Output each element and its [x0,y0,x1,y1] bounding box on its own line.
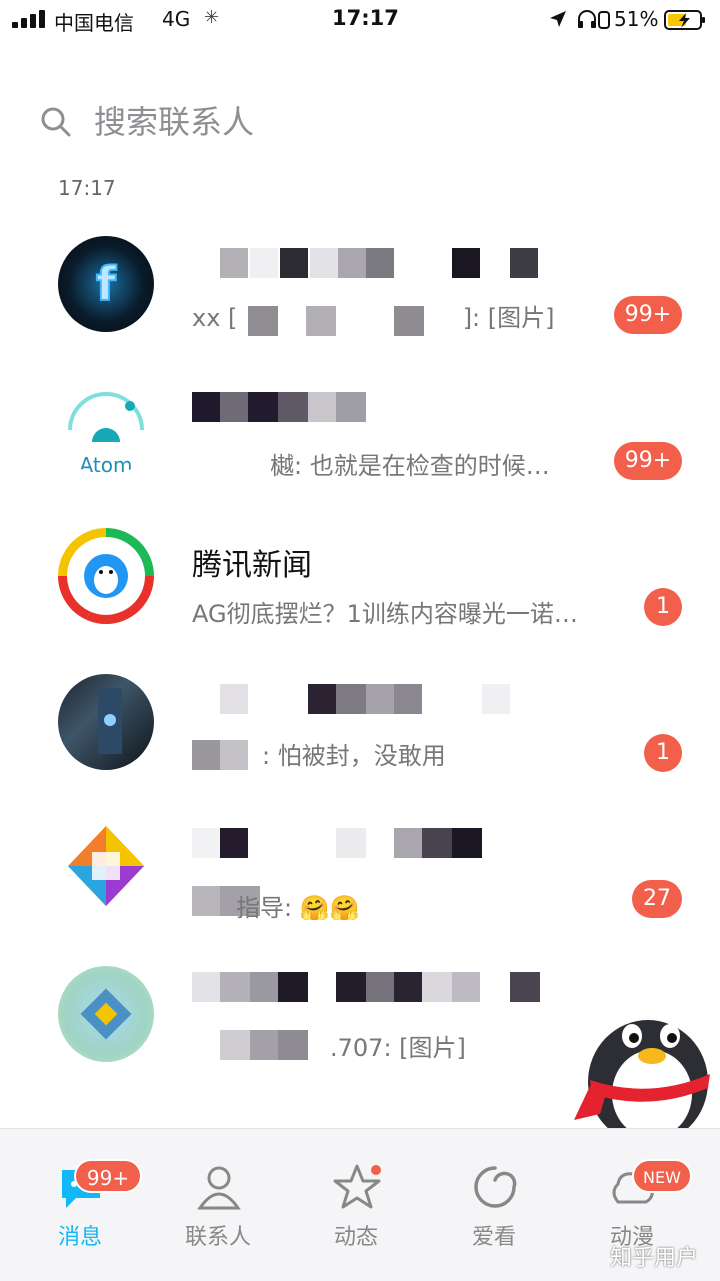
signal-icon [12,10,46,28]
avatar-label: Atom [80,453,133,476]
qq-messages-screen: 中国电信 4G ✳ 17:17 51% 搜索联系人 17:17 f xx []… [0,0,720,1281]
unread-badge: 99+ [614,296,682,334]
battery-icon [664,10,705,30]
rotation-lock-icon [598,11,610,29]
network-type: 4G [162,7,191,31]
swirl-icon [474,1166,517,1208]
section-time-header: 17:17 [58,176,116,200]
tab-label: 消息 [57,1225,102,1250]
message-preview: 樾: 也就是在检查的时候… [270,452,550,480]
tab-label: 爱看 [471,1225,516,1250]
message-preview: .707: [图片] [330,1034,466,1062]
message-preview: 指导: 🤗🤗 [236,894,360,922]
avatar [58,818,154,914]
loading-icon: ✳ [204,7,220,28]
conversation-row[interactable]: 指导: 🤗🤗 27 [0,796,720,936]
unread-badge: 99+ [614,442,682,480]
carrier-label: 中国电信 [54,11,134,35]
avatar: f [58,236,154,332]
tab-label: 联系人 [184,1225,251,1250]
unread-badge: 27 [632,880,682,918]
tab-messages[interactable]: 99+ 消息 [20,1129,142,1281]
message-preview: AG彻底摆烂？1训练内容曝光一诺… [192,600,578,628]
avatar [58,528,154,624]
clock: 17:17 [332,6,399,30]
conversation-row[interactable]: f xx [ ]: [图片] 99+ [0,220,720,360]
tab-watch[interactable]: 爱看 [434,1129,554,1281]
svg-text:f: f [96,257,117,311]
conversation-row[interactable]: 腾讯新闻 AG彻底摆烂？1训练内容曝光一诺… 1 [0,508,720,648]
tab-moments[interactable]: 动态 [296,1129,416,1281]
avatar [58,674,154,770]
conversation-row[interactable]: : 怕被封，没敢用 1 [0,652,720,792]
tab-contacts[interactable]: 联系人 [158,1129,278,1281]
search-icon [41,107,71,137]
message-preview: : 怕被封，没敢用 [262,742,446,770]
messages-unread-badge: 99+ [74,1159,142,1193]
search-placeholder: 搜索联系人 [94,103,255,141]
battery-percent: 51% [614,7,659,31]
conversation-row[interactable]: Atom 樾: 也就是在检查的时候… 99+ [0,364,720,504]
unread-badge: 1 [644,588,682,626]
search-bar[interactable]: 搜索联系人 [40,100,680,146]
unread-badge: 1 [644,734,682,772]
penguin-mascot-icon[interactable] [560,990,720,1130]
conversation-title: 腾讯新闻 [192,548,312,583]
person-icon [197,1166,241,1210]
avatar: Atom [58,380,154,476]
new-badge: NEW [632,1159,692,1193]
status-bar: 中国电信 4G ✳ 17:17 51% [0,0,720,40]
headphone-icon [578,10,596,28]
watermark-text: 知乎用户 [610,1246,699,1271]
location-arrow-icon [550,11,566,27]
star-icon [333,1164,381,1209]
avatar [58,966,154,1062]
tab-label: 动态 [333,1225,378,1250]
